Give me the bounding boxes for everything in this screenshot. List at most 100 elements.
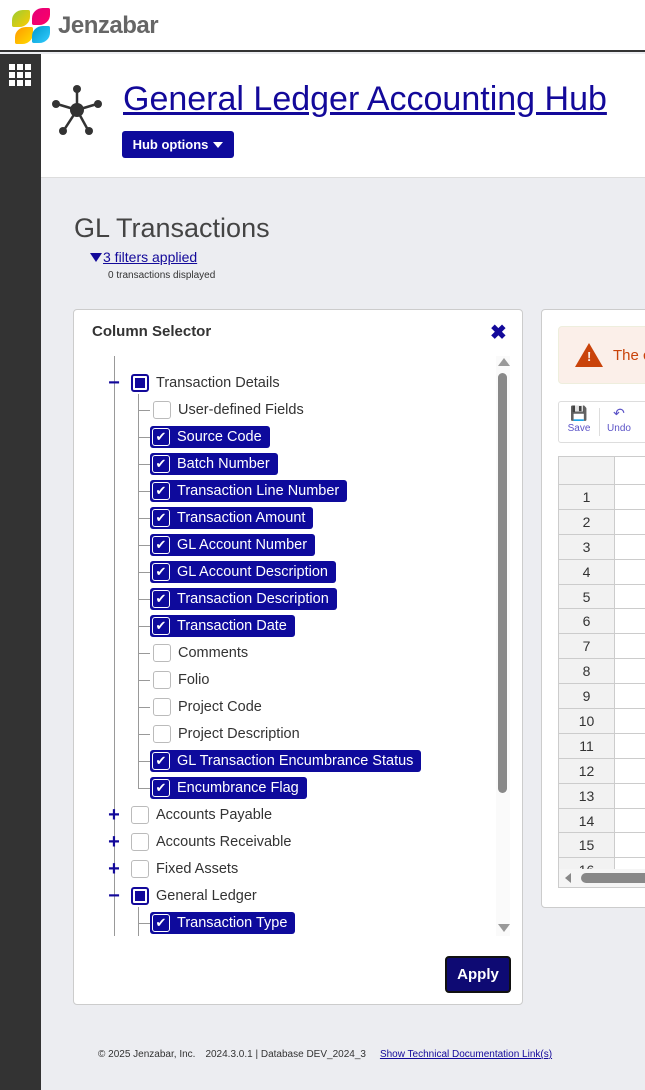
plus-expander-icon[interactable]: + <box>107 859 121 879</box>
tree-group-item[interactable]: Accounts Payable <box>131 804 272 826</box>
undo-button[interactable]: ↶ Undo <box>601 405 637 434</box>
tree-column-item[interactable]: ✔ Transaction Description <box>150 588 337 610</box>
save-button[interactable]: 💾 Save <box>561 405 597 434</box>
hub-title-link[interactable]: General Ledger Accounting Hub <box>123 80 607 119</box>
close-icon[interactable]: ✖ <box>490 320 507 345</box>
column-label: Transaction Date <box>177 618 287 634</box>
checkbox[interactable] <box>131 806 149 824</box>
tree-column-item[interactable]: ✔ Transaction Amount <box>150 507 314 529</box>
grid-row[interactable]: 1 <box>559 485 645 510</box>
checkbox[interactable] <box>153 644 171 662</box>
row-number: 8 <box>559 659 615 684</box>
footer: © 2025 Jenzabar, Inc. 2024.3.0.1 | Databa… <box>98 1049 552 1060</box>
tree-group-item[interactable]: Accounts Receivable <box>131 831 291 853</box>
minus-expander-icon[interactable]: − <box>107 373 121 393</box>
tree-branch-line <box>138 761 150 762</box>
checkbox-checked[interactable]: ✔ <box>152 752 170 770</box>
tree-column-item[interactable]: ✔ Batch Number <box>150 453 278 475</box>
scroll-down-icon[interactable] <box>498 924 510 932</box>
grid-row[interactable]: 12 <box>559 758 645 784</box>
checkbox-checked[interactable]: ✔ <box>152 509 170 527</box>
grid-row[interactable]: 6 <box>559 609 645 635</box>
checkbox-checked[interactable]: ✔ <box>152 779 170 797</box>
tree-column-item[interactable]: Comments <box>153 642 248 664</box>
grid-row[interactable]: 14 <box>559 808 645 834</box>
tree-group-item[interactable]: Transaction Details <box>131 372 280 394</box>
tree-branch-line <box>138 680 150 681</box>
tree-group-item[interactable]: Fixed Assets <box>131 858 238 880</box>
page-title: GL Transactions <box>74 213 270 243</box>
checkbox-checked[interactable]: ✔ <box>152 914 170 932</box>
warning-text: The c <box>613 347 645 364</box>
column-label: Transaction Type <box>177 915 288 931</box>
column-label: GL Transaction Encumbrance Status <box>177 753 414 769</box>
horizontal-scroll-thumb[interactable] <box>581 873 645 883</box>
filters-indicator[interactable]: 3 filters applied <box>90 249 197 265</box>
tree-column-item[interactable]: ✔ Source Code <box>150 426 270 448</box>
apply-button[interactable]: Apply <box>445 956 511 993</box>
tree-column-item[interactable]: ✔ Transaction Line Number <box>150 480 348 502</box>
filters-applied-link[interactable]: 3 filters applied <box>103 249 197 265</box>
plus-expander-icon[interactable]: + <box>107 832 121 852</box>
plus-expander-icon[interactable]: + <box>107 805 121 825</box>
checkbox[interactable] <box>153 671 171 689</box>
tree-column-item[interactable]: User-defined Fields <box>153 399 304 421</box>
column-label: Source Code <box>177 429 262 445</box>
checkbox-checked[interactable]: ✔ <box>152 482 170 500</box>
grid-row[interactable]: 10 <box>559 709 645 734</box>
checkbox[interactable] <box>153 401 171 419</box>
brand-name: Jenzabar <box>58 12 159 39</box>
checkbox[interactable] <box>153 698 171 716</box>
checkbox-checked[interactable]: ✔ <box>152 563 170 581</box>
column-label: Project Code <box>178 699 262 715</box>
scroll-up-icon[interactable] <box>498 358 510 366</box>
technical-docs-link[interactable]: Show Technical Documentation Link(s) <box>380 1049 552 1060</box>
checkbox-checked[interactable]: ✔ <box>152 428 170 446</box>
row-number: 12 <box>559 758 615 783</box>
checkbox-checked[interactable]: ✔ <box>152 455 170 473</box>
tree-column-item[interactable]: ✔ GL Transaction Encumbrance Status <box>150 750 422 772</box>
tree-column-item[interactable]: ✔ Transaction Date <box>150 615 295 637</box>
hub-options-button[interactable]: Hub options <box>122 131 234 158</box>
tree-group-item[interactable]: General Ledger <box>131 885 257 907</box>
minus-expander-icon[interactable]: − <box>107 886 121 906</box>
grid-row[interactable]: 15 <box>559 833 645 859</box>
tree-column-item[interactable]: ✔ GL Account Number <box>150 534 316 556</box>
grid-row[interactable]: 3 <box>559 534 645 560</box>
checkbox[interactable] <box>131 860 149 878</box>
column-label: Project Description <box>178 726 300 742</box>
grid-row[interactable]: 8 <box>559 659 645 685</box>
column-label: Folio <box>178 672 210 688</box>
jenzabar-logo[interactable]: Jenzabar <box>12 8 159 44</box>
scroll-left-icon[interactable] <box>565 873 571 883</box>
checkbox-checked[interactable]: ✔ <box>152 536 170 554</box>
data-grid: 12345678910111213141516 <box>558 456 645 888</box>
grid-row[interactable]: 13 <box>559 783 645 809</box>
scroll-thumb[interactable] <box>498 373 507 793</box>
tree-column-item[interactable]: Project Code <box>153 696 262 718</box>
checkbox-checked[interactable]: ✔ <box>152 617 170 635</box>
tree-column-item[interactable]: ✔ Encumbrance Flag <box>150 777 307 799</box>
checkbox[interactable] <box>131 887 149 905</box>
app-grid-icon[interactable] <box>9 64 31 86</box>
grid-row[interactable]: 4 <box>559 559 645 585</box>
checkbox-checked[interactable]: ✔ <box>152 590 170 608</box>
tree-column-item[interactable]: ✔ Transaction Type <box>150 912 296 934</box>
tree-column-item[interactable]: ✔ GL Account Description <box>150 561 336 583</box>
checkbox[interactable] <box>131 374 149 392</box>
grid-row[interactable]: 5 <box>559 584 645 610</box>
horizontal-scrollbar[interactable] <box>559 869 645 887</box>
grid-row[interactable]: 9 <box>559 684 645 710</box>
checkbox[interactable] <box>153 725 171 743</box>
checkbox[interactable] <box>131 833 149 851</box>
grid-row[interactable]: 2 <box>559 509 645 535</box>
tree-column-item[interactable]: Project Description <box>153 723 300 745</box>
tree-scrollbar[interactable] <box>496 356 510 936</box>
column-label: GL Account Number <box>177 537 308 553</box>
column-label: Batch Number <box>177 456 270 472</box>
tree-column-item[interactable]: Folio <box>153 669 209 691</box>
column-label: Encumbrance Flag <box>177 780 299 796</box>
tree-branch-line <box>138 626 150 627</box>
grid-row[interactable]: 7 <box>559 634 645 660</box>
grid-row[interactable]: 11 <box>559 733 645 759</box>
